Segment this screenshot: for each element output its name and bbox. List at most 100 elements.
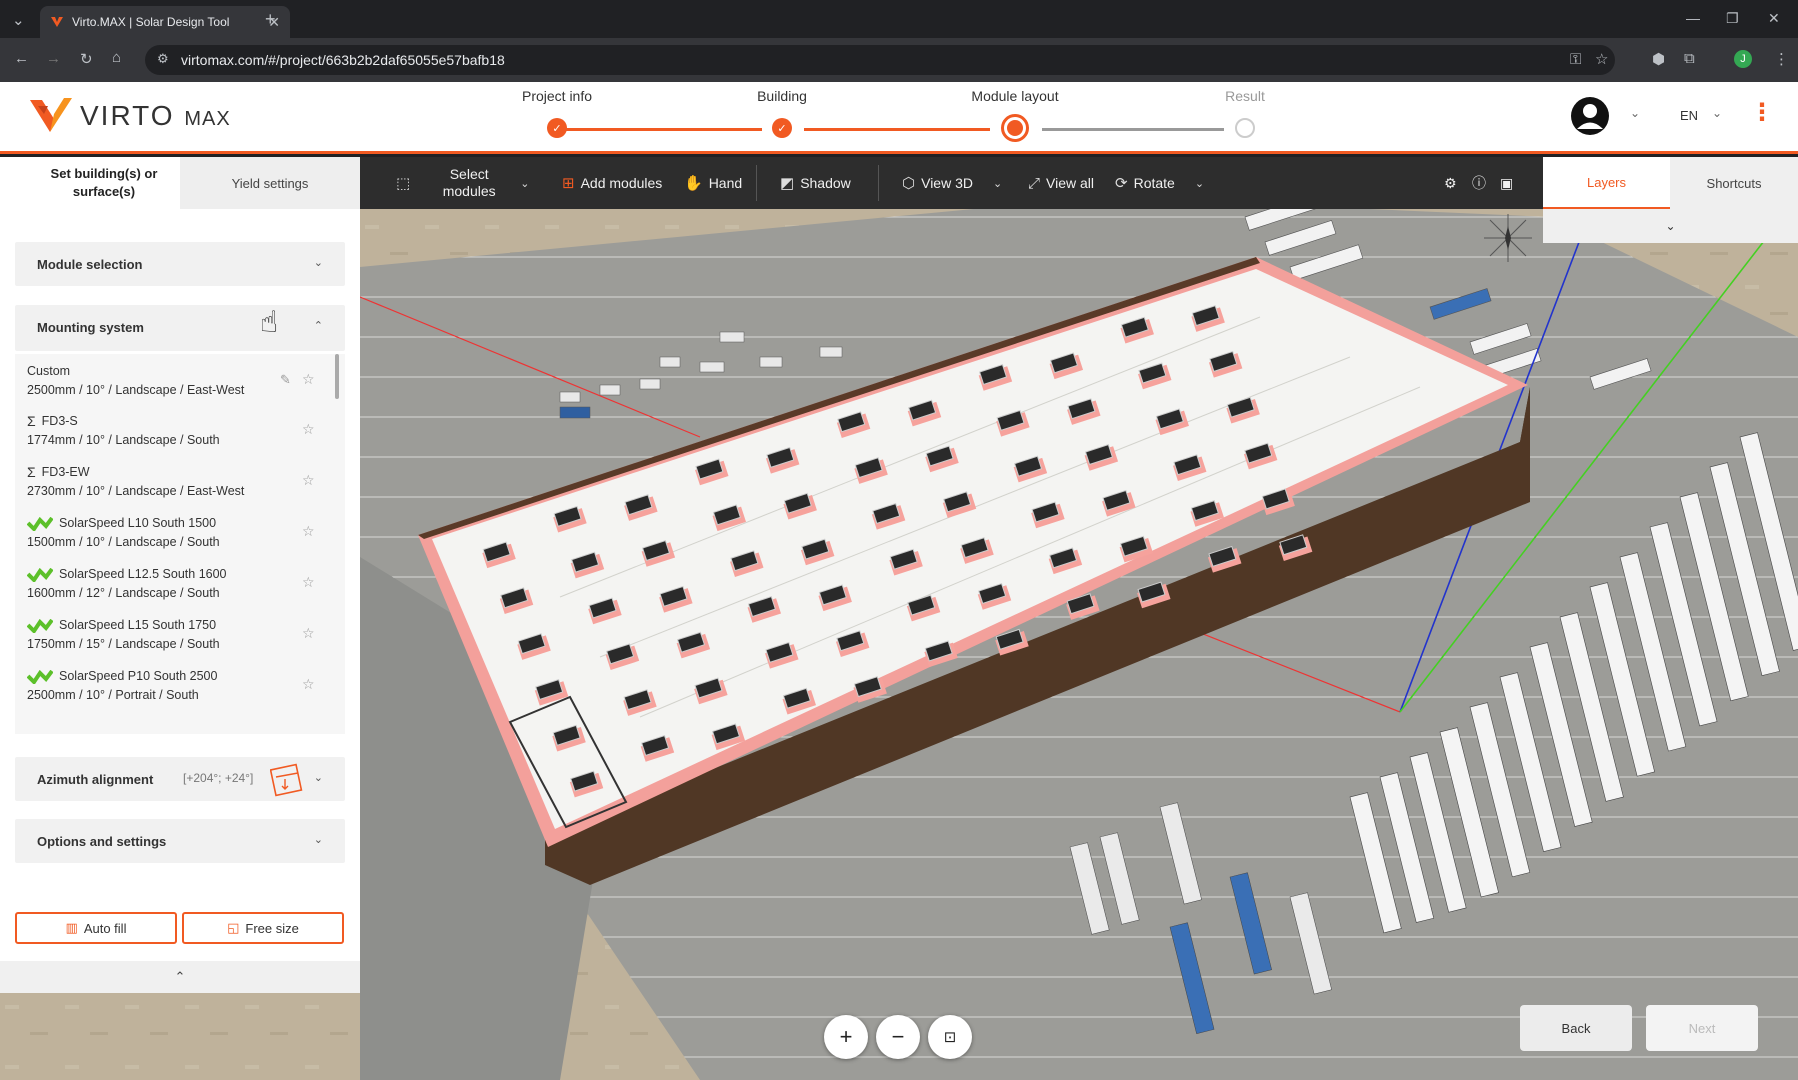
browser-tab[interactable]: Virto.MAX | Solar Design Tool ✕ bbox=[40, 6, 290, 38]
chrome-menu-icon[interactable]: ⋮ bbox=[1774, 50, 1789, 68]
azimuth-calendar-icon[interactable] bbox=[270, 761, 304, 799]
list-item[interactable]: Σ FD3-EW 2730mm / 10° / Landscape / East-… bbox=[27, 463, 317, 501]
edit-pencil-icon[interactable]: ✎ bbox=[280, 370, 291, 389]
site-info-icon[interactable]: ⚙ bbox=[157, 51, 169, 67]
view-3d-tool[interactable]: ⬡ View 3D ⌄ bbox=[902, 157, 1002, 209]
layers-dropdown[interactable]: ⌄ bbox=[1543, 209, 1798, 243]
tab-yield-settings[interactable]: Yield settings bbox=[180, 157, 360, 209]
chevron-up-icon: ⌃ bbox=[174, 969, 186, 984]
solarspeed-logo-icon bbox=[27, 567, 53, 582]
brand-name: VIRTO MAX bbox=[80, 100, 231, 131]
list-item[interactable]: Σ FD3-S 1774mm / 10° / Landscape / South … bbox=[27, 412, 317, 450]
back-arrow-icon[interactable]: ← bbox=[14, 50, 29, 67]
home-icon[interactable]: ⌂ bbox=[112, 49, 121, 66]
progress-line bbox=[1042, 128, 1224, 131]
add-modules-tool[interactable]: ⊞ Add modules bbox=[562, 157, 662, 209]
password-key-icon[interactable]: ⚿ bbox=[1570, 51, 1581, 68]
favorite-star-icon[interactable]: ☆ bbox=[302, 573, 315, 592]
select-chevron-icon[interactable]: ⌄ bbox=[520, 177, 529, 190]
url-text: virtomax.com/#/project/663b2b2daf65055e5… bbox=[181, 52, 505, 68]
select-cursor-icon: ⬚ bbox=[396, 175, 411, 192]
minus-icon: − bbox=[891, 1024, 905, 1049]
favorite-star-icon[interactable]: ☆ bbox=[302, 522, 315, 541]
grid-fill-icon: ▥ bbox=[65, 920, 78, 935]
compass-icon[interactable] bbox=[1480, 210, 1536, 266]
extensions-puzzle-icon[interactable]: ⧉ bbox=[1684, 50, 1695, 67]
list-item[interactable]: SolarSpeed L10 South 1500 1500mm / 10° /… bbox=[27, 514, 317, 552]
new-tab-icon[interactable]: + bbox=[265, 9, 276, 30]
rotate-chevron-icon[interactable]: ⌄ bbox=[1195, 177, 1204, 190]
list-item[interactable]: SolarSpeed L15 South 1750 1750mm / 15° /… bbox=[27, 616, 317, 654]
reload-icon[interactable]: ↻ bbox=[80, 50, 93, 68]
view-chevron-icon[interactable]: ⌄ bbox=[993, 177, 1002, 190]
account-chevron-icon[interactable]: ⌄ bbox=[1630, 106, 1640, 120]
accordion-azimuth-alignment[interactable]: Azimuth alignment [+204°; +24°] ⌄ bbox=[15, 757, 345, 801]
favorite-star-icon[interactable]: ☆ bbox=[302, 471, 315, 490]
chevron-down-icon: ⌄ bbox=[1665, 219, 1676, 233]
tab-set-buildings[interactable]: Set building(s) or surface(s) bbox=[0, 157, 180, 209]
free-size-icon: ◱ bbox=[227, 920, 240, 935]
rotate-tool[interactable]: ⟳ Rotate ⌄ bbox=[1115, 157, 1204, 209]
check-icon: ✓ bbox=[772, 118, 792, 138]
plus-icon: + bbox=[839, 1024, 853, 1049]
bookmark-star-icon[interactable]: ☆ bbox=[1595, 50, 1608, 68]
hand-cursor-icon: ☝ bbox=[260, 306, 279, 339]
virtomax-logo-icon[interactable] bbox=[28, 96, 74, 136]
zoom-in-button[interactable]: + bbox=[824, 1015, 868, 1059]
tab-title: Virto.MAX | Solar Design Tool bbox=[72, 15, 230, 29]
profile-avatar-icon[interactable]: J bbox=[1734, 50, 1752, 68]
extension-icon[interactable]: ⬢ bbox=[1652, 50, 1665, 68]
list-item[interactable]: SolarSpeed P10 South 2500 2500mm / 10° /… bbox=[27, 667, 317, 705]
window-close-icon[interactable]: ✕ bbox=[1768, 10, 1780, 27]
save-icon[interactable]: ▣ bbox=[1500, 157, 1513, 209]
pending-step-dot bbox=[1235, 118, 1255, 138]
right-panel: Layers Shortcuts ⌄ bbox=[1543, 157, 1798, 243]
favorite-star-icon[interactable]: ☆ bbox=[302, 624, 315, 643]
zoom-out-button[interactable]: − bbox=[876, 1015, 920, 1059]
tab-layers[interactable]: Layers bbox=[1543, 157, 1670, 209]
chevron-down-icon: ⌄ bbox=[313, 834, 323, 846]
browser-address-bar: ← → ↻ ⌂ ⚙ virtomax.com/#/project/663b2b2… bbox=[0, 38, 1798, 82]
favorite-star-icon[interactable]: ☆ bbox=[302, 675, 315, 694]
language-chevron-icon[interactable]: ⌄ bbox=[1712, 106, 1722, 120]
restore-icon[interactable]: ❐ bbox=[1726, 10, 1739, 27]
map-toolbar: ⬚ Select modules ⌄ ⊞ Add modules ✋ Hand … bbox=[360, 157, 1543, 209]
info-icon[interactable]: ⓘ bbox=[1472, 157, 1486, 209]
user-account-icon[interactable] bbox=[1570, 96, 1610, 136]
toolbar-divider bbox=[878, 165, 879, 201]
tab-search-icon[interactable]: ⌄ bbox=[12, 11, 25, 29]
list-item[interactable]: SolarSpeed L12.5 South 1600 1600mm / 12°… bbox=[27, 565, 317, 603]
settings-gear-icon[interactable]: ⚙ bbox=[1444, 157, 1457, 209]
expand-icon: ⤢ bbox=[1028, 174, 1041, 192]
accordion-options-settings[interactable]: Options and settings ⌄ bbox=[15, 819, 345, 863]
free-size-button[interactable]: ◱ Free size bbox=[182, 912, 344, 944]
app-menu-icon[interactable]: ⋮ bbox=[1750, 98, 1774, 127]
shadow-tool[interactable]: ◩ Shadow bbox=[780, 157, 851, 209]
forward-arrow-icon[interactable]: → bbox=[46, 50, 61, 67]
minimize-icon[interactable]: — bbox=[1686, 10, 1700, 26]
back-button[interactable]: Back bbox=[1520, 1005, 1632, 1051]
list-scrollbar[interactable] bbox=[335, 354, 339, 399]
solarspeed-logo-icon bbox=[27, 618, 53, 633]
shadow-icon: ◩ bbox=[780, 175, 795, 192]
language-selector[interactable]: EN bbox=[1680, 108, 1698, 123]
panel-collapse-bar[interactable]: ⌃ bbox=[0, 961, 360, 993]
hand-icon: ✋ bbox=[684, 175, 703, 192]
azimuth-value: [+204°; +24°] bbox=[183, 771, 254, 785]
tab-shortcuts[interactable]: Shortcuts bbox=[1670, 157, 1798, 209]
sigma-icon: Σ bbox=[27, 413, 36, 429]
auto-fill-button[interactable]: ▥ Auto fill bbox=[15, 912, 177, 944]
view-all-tool[interactable]: ⤢ View all bbox=[1028, 157, 1094, 209]
accordion-module-selection[interactable]: Module selection ⌄ bbox=[15, 242, 345, 286]
list-item[interactable]: Custom 2500mm / 10° / Landscape / East-W… bbox=[27, 362, 317, 400]
active-step-dot bbox=[1001, 114, 1029, 142]
screenshot-button[interactable]: ⊡ bbox=[928, 1015, 972, 1059]
next-button[interactable]: Next bbox=[1646, 1005, 1758, 1051]
select-modules-tool[interactable]: ⬚ Select modules ⌄ bbox=[396, 157, 529, 209]
solarspeed-logo-icon bbox=[27, 516, 53, 531]
hand-tool[interactable]: ✋ Hand bbox=[684, 157, 742, 209]
url-field[interactable]: ⚙ virtomax.com/#/project/663b2b2daf65055… bbox=[145, 45, 1615, 75]
favorite-star-icon[interactable]: ☆ bbox=[302, 420, 315, 439]
accordion-mounting-system[interactable]: Mounting system ⌃ ☝ bbox=[15, 305, 345, 351]
favorite-star-icon[interactable]: ☆ bbox=[302, 370, 315, 389]
